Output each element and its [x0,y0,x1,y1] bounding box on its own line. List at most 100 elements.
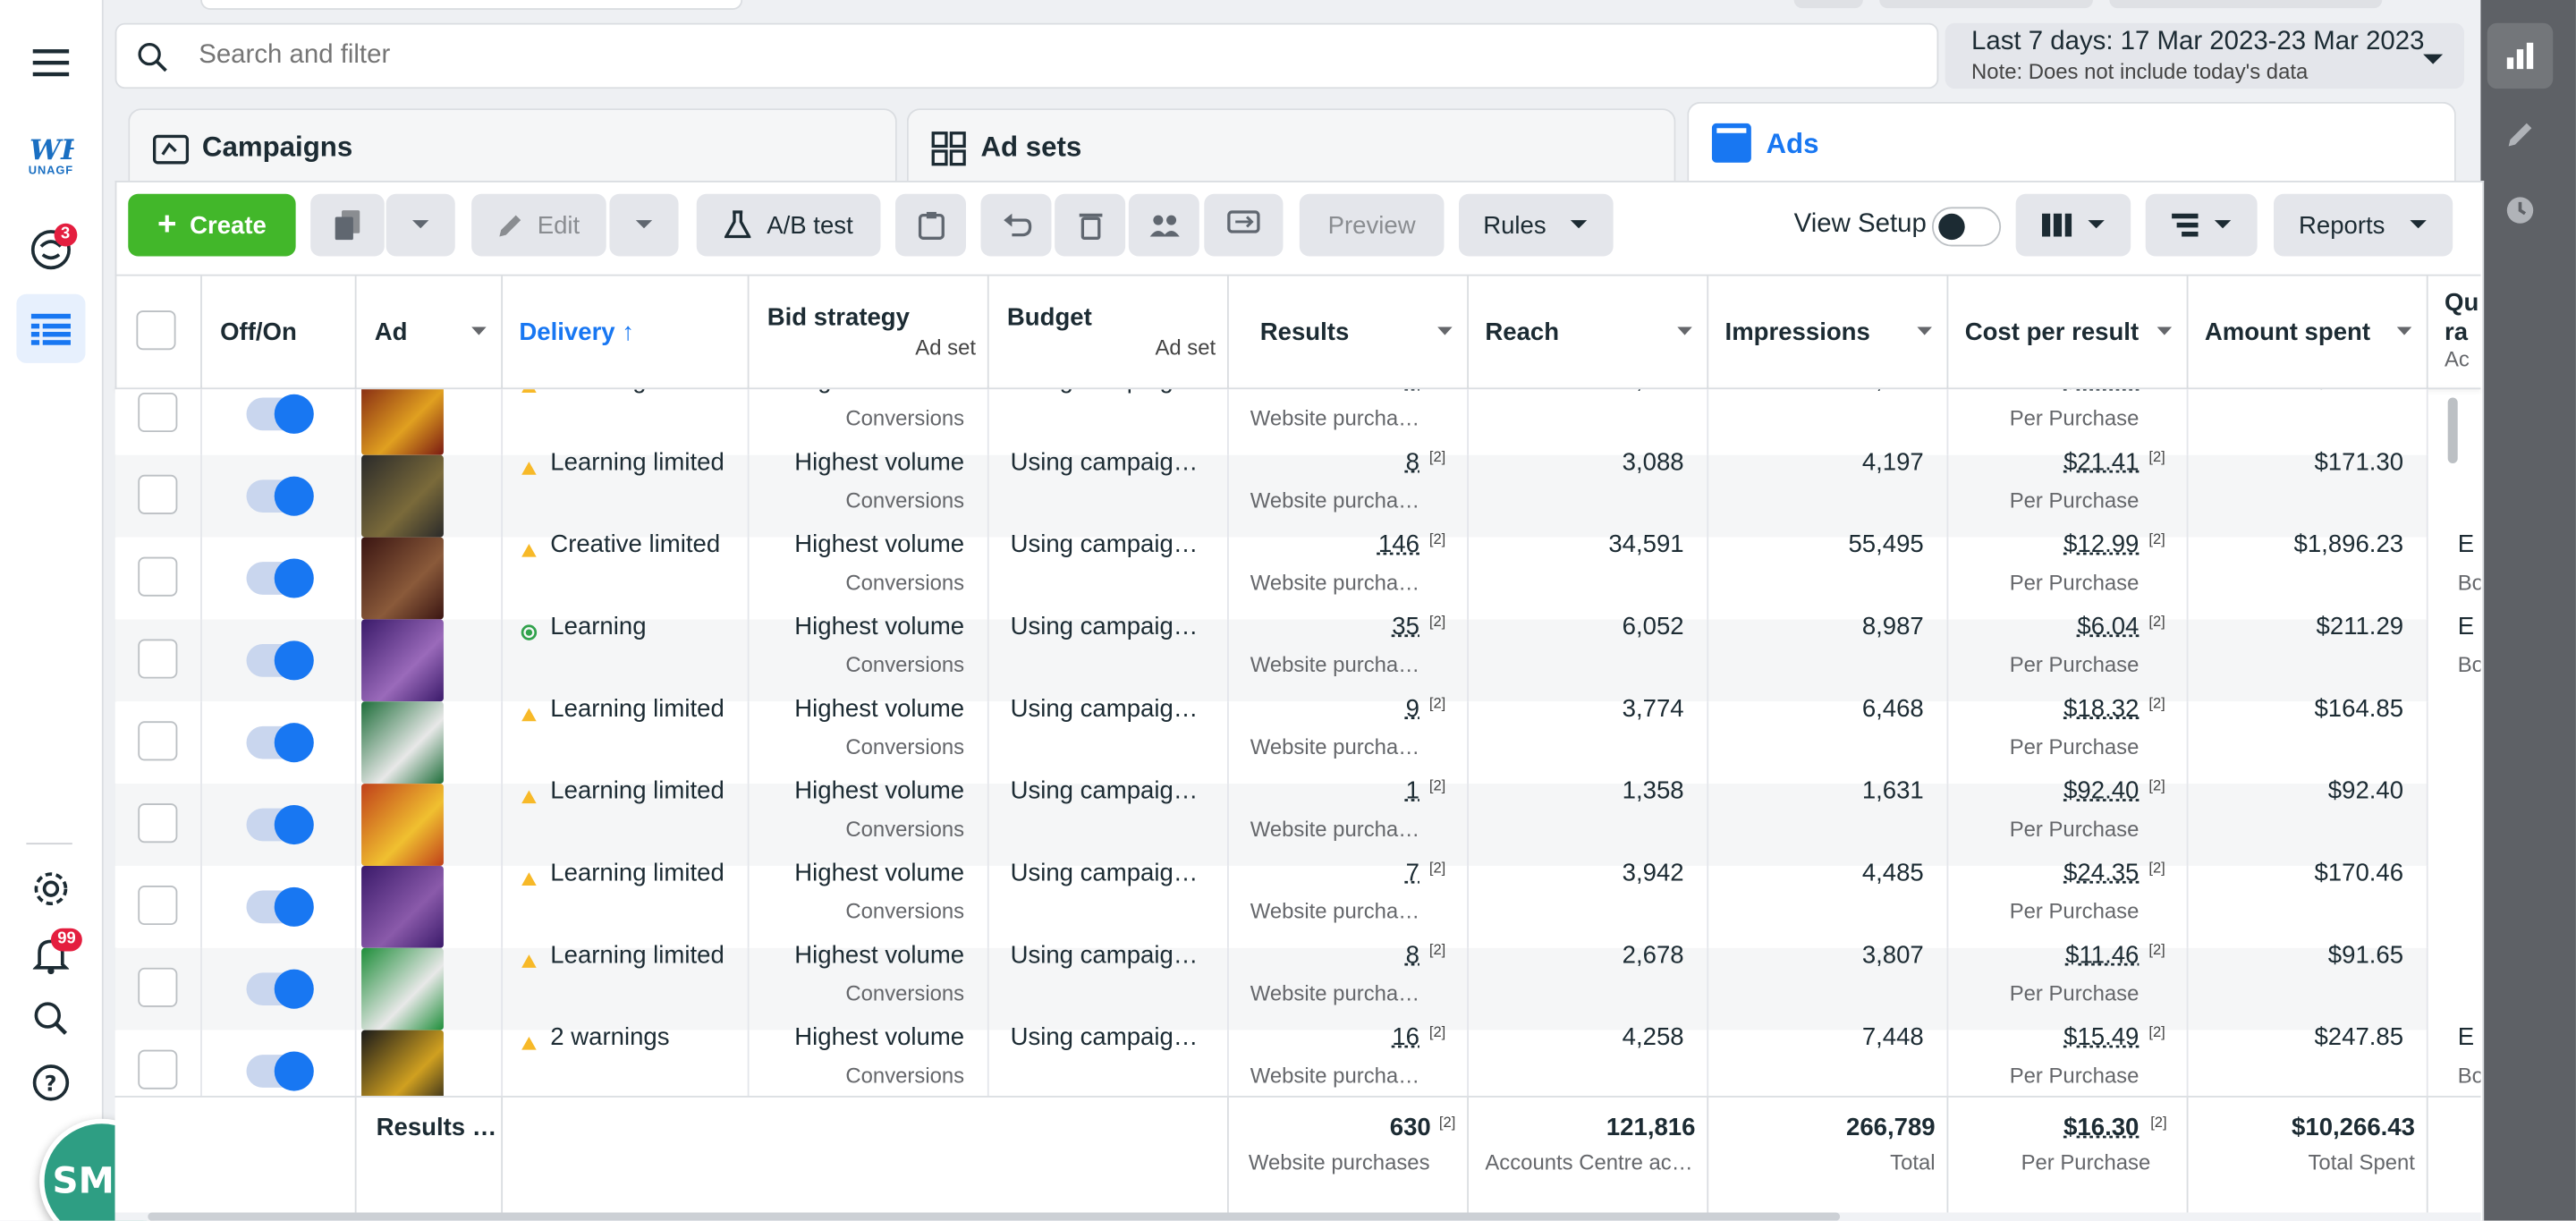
cost-per-result-value[interactable]: $18.32 [2063,695,2139,723]
edit-dropdown-button[interactable] [609,193,679,257]
ads-manager-table-icon[interactable] [16,293,86,363]
ad-thumbnail[interactable] [361,784,444,866]
column-header-amount-spent[interactable]: Amount spent [2188,276,2428,388]
on-off-toggle[interactable] [246,394,314,434]
column-header-delivery[interactable]: Delivery ↑ [503,276,750,388]
table-row[interactable]: Creative limited Highest volume Conversion… [114,530,2480,620]
ad-thumbnail[interactable] [361,947,444,1030]
tab-ad-sets[interactable]: Ad sets [906,108,1676,190]
row-checkbox[interactable] [138,639,178,679]
view-setup-toggle[interactable] [1931,207,2002,247]
on-off-toggle[interactable] [246,1051,314,1091]
audience-button[interactable] [1128,193,1199,257]
on-off-toggle[interactable] [246,969,314,1009]
cost-per-result-value[interactable]: $21.41 [2063,448,2139,476]
column-header-results[interactable]: Results [1229,276,1470,388]
vertical-scrollbar-thumb[interactable] [2447,397,2458,463]
results-value[interactable]: 8 [1406,448,1419,476]
cost-per-result-value[interactable]: $92.40 [2063,777,2139,805]
compare-button[interactable] [1204,193,1284,257]
results-value[interactable]: 16 [1392,1023,1419,1051]
column-header-ad[interactable]: Ad [357,276,504,388]
column-header-reach[interactable]: Reach [1469,276,1709,388]
on-off-toggle[interactable] [246,886,314,927]
search-filter-bar[interactable] [114,22,1939,89]
table-row[interactable]: 2 warnings Highest volume Conversions Using… [114,1023,2480,1097]
cost-per-result-value[interactable]: $12.99 [2063,530,2139,558]
settings-icon[interactable] [18,856,83,921]
columns-button[interactable] [2015,193,2131,257]
on-off-toggle[interactable] [246,804,314,845]
help-icon[interactable]: ? [18,1050,83,1115]
on-off-toggle[interactable] [246,640,314,681]
results-value[interactable]: 8 [1406,941,1419,969]
insights-chart-icon[interactable] [2487,22,2554,89]
row-checkbox[interactable] [138,556,178,597]
search-icon[interactable] [18,986,83,1051]
row-checkbox[interactable] [138,474,178,514]
cost-per-result-value[interactable]: $15.49 [2063,1023,2139,1051]
breakdown-button[interactable] [2145,193,2258,257]
row-checkbox[interactable] [138,803,178,844]
column-header-quality-ranking[interactable]: Qu ra Ac [2428,276,2481,388]
ad-thumbnail[interactable] [361,454,444,538]
edit-pencil-icon[interactable] [2504,118,2537,159]
history-clock-icon[interactable] [2504,194,2537,235]
duplicate-dropdown-button[interactable] [386,193,455,257]
cost-per-result-value[interactable]: $24.35 [2063,860,2139,887]
row-checkbox[interactable] [138,1049,178,1090]
ab-test-button[interactable]: A/B test [696,193,881,257]
results-value[interactable]: 7 [1406,860,1419,887]
column-header-budget[interactable]: Budget Ad set [989,276,1229,388]
table-row[interactable]: Learning limited Highest volume Conversion… [114,777,2428,866]
ad-thumbnail[interactable] [361,1030,444,1097]
cost-per-result-value[interactable]: $42.64 [2063,389,2139,394]
delete-button[interactable] [1055,193,1126,257]
cost-per-result-value[interactable]: $6.04 [2077,613,2139,640]
edit-button[interactable]: Edit [471,193,606,257]
account-logo-icon[interactable]: WF UNAGF [18,122,83,187]
bell-icon[interactable]: 99 [18,923,83,988]
notifications-face-icon[interactable]: 3 [18,216,83,282]
tab-campaigns[interactable]: Campaigns [128,108,897,190]
ad-thumbnail[interactable] [361,619,444,702]
reports-button[interactable]: Reports [2273,193,2453,257]
table-row[interactable]: Learning limited Highest volume Conversion… [114,695,2428,784]
table-row[interactable]: Learning limited Highest volume Conversion… [114,389,2428,455]
create-button[interactable]: + Create [128,193,296,257]
date-range-picker[interactable]: Last 7 days: 17 Mar 2023-23 Mar 2023 Not… [1945,22,2465,89]
table-row[interactable]: Learning limited Highest volume Conversion… [114,448,2428,538]
results-value[interactable]: 9 [1406,695,1419,723]
ad-thumbnail[interactable] [361,389,444,455]
rules-button[interactable]: Rules [1458,193,1614,257]
tab-ads[interactable]: Ads [1687,101,2456,190]
on-off-toggle[interactable] [246,476,314,516]
on-off-toggle[interactable] [246,723,314,763]
horizontal-scrollbar[interactable] [114,1212,2481,1221]
row-checkbox[interactable] [138,967,178,1007]
results-value[interactable]: 4 [1406,389,1419,394]
search-input[interactable] [195,38,1188,74]
select-all-checkbox[interactable] [136,310,176,351]
table-row[interactable]: Learning limited Highest volume Conversion… [114,860,2428,948]
menu-icon[interactable] [18,30,83,95]
row-checkbox[interactable] [138,392,178,433]
duplicate-button[interactable] [310,193,385,257]
row-checkbox[interactable] [138,885,178,926]
ad-thumbnail[interactable] [361,537,444,620]
column-header-offon[interactable]: Off/On [202,276,357,388]
clipboard-button[interactable] [895,193,966,257]
row-checkbox[interactable] [138,721,178,761]
results-value[interactable]: 35 [1392,613,1419,640]
table-row[interactable]: Learning limited Highest volume Conversion… [114,941,2428,1030]
column-header-impressions[interactable]: Impressions [1708,276,1949,388]
preview-button[interactable]: Preview [1299,193,1445,257]
on-off-toggle[interactable] [246,558,314,598]
results-value[interactable]: 146 [1378,530,1419,558]
ad-thumbnail[interactable] [361,701,444,784]
column-header-cost-per-result[interactable]: Cost per result [1948,276,2189,388]
column-header-bid-strategy[interactable]: Bid strategy Ad set [750,276,989,388]
results-value[interactable]: 1 [1406,777,1419,805]
undo-button[interactable] [980,193,1052,257]
ad-thumbnail[interactable] [361,865,444,948]
